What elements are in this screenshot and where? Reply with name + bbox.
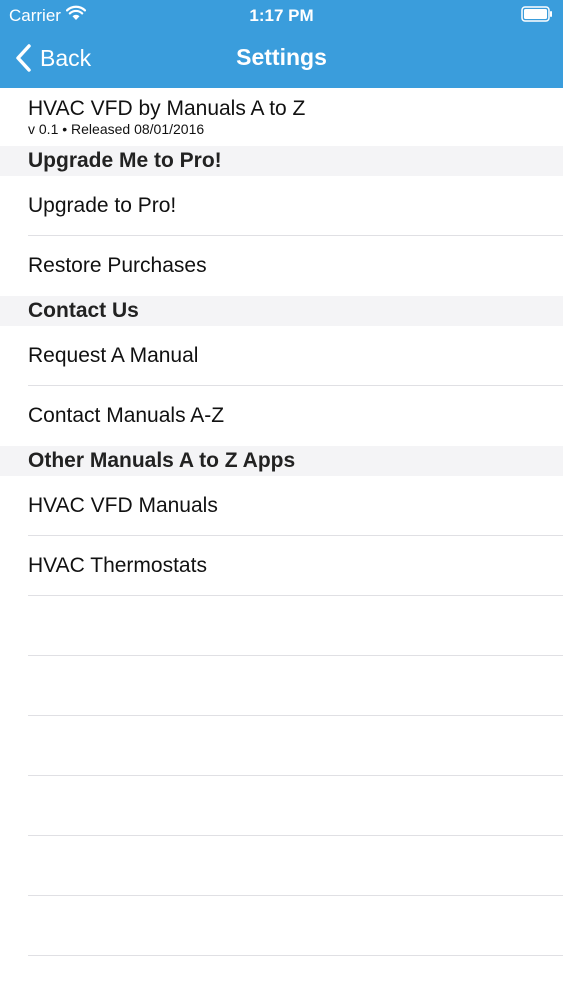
empty-table-row <box>0 596 563 656</box>
upgrade-to-pro-row[interactable]: Upgrade to Pro! <box>0 176 563 236</box>
empty-table-row <box>0 716 563 776</box>
app-version: v 0.1 • Released 08/01/2016 <box>28 121 205 137</box>
header: Carrier 1:17 PM Back Settings <box>0 0 563 88</box>
empty-table-row <box>0 836 563 896</box>
battery-icon <box>521 6 552 22</box>
hvac-vfd-manuals-row[interactable]: HVAC VFD Manuals <box>0 476 563 536</box>
contact-manuals-row[interactable]: Contact Manuals A-Z <box>0 386 563 446</box>
empty-table-row <box>0 656 563 716</box>
restore-purchases-row[interactable]: Restore Purchases <box>0 236 563 296</box>
request-manual-row[interactable]: Request A Manual <box>0 326 563 386</box>
hvac-thermostats-row[interactable]: HVAC Thermostats <box>0 536 563 596</box>
empty-table-row <box>0 896 563 956</box>
section-header-upgrade: Upgrade Me to Pro! <box>0 146 563 176</box>
section-header-contact: Contact Us <box>0 296 563 326</box>
status-bar: Carrier 1:17 PM <box>0 0 563 30</box>
app-name: HVAC VFD by Manuals A to Z <box>28 97 306 120</box>
page-title: Settings <box>236 44 327 70</box>
status-time: 1:17 PM <box>249 6 314 25</box>
app-info: HVAC VFD by Manuals A to Z v 0.1 • Relea… <box>0 88 563 146</box>
navigation-bar: Back Settings <box>0 30 563 88</box>
empty-table-row <box>0 776 563 836</box>
section-header-other-apps: Other Manuals A to Z Apps <box>0 446 563 476</box>
